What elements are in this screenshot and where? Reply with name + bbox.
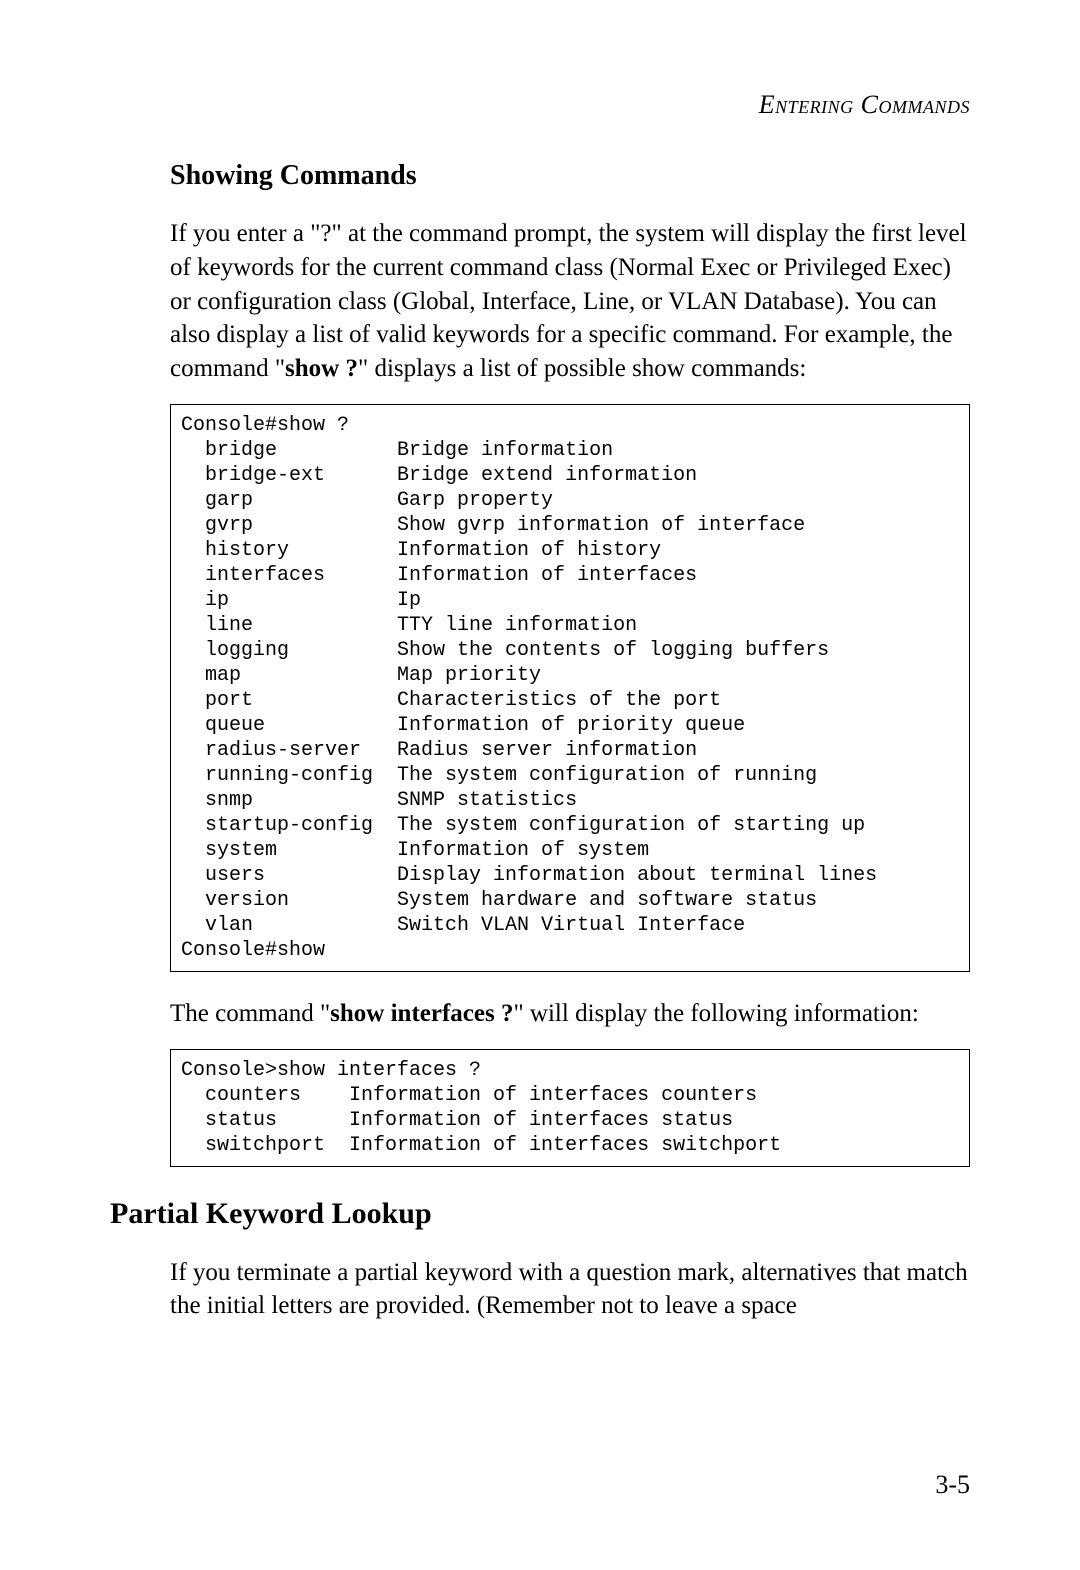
para-interfaces-after: " will display the following information… bbox=[513, 1000, 918, 1027]
para-intro: If you enter a "?" at the command prompt… bbox=[170, 217, 970, 386]
page: Entering Commands Showing Commands If yo… bbox=[0, 0, 1080, 1570]
heading-partial-keyword: Partial Keyword Lookup bbox=[110, 1197, 970, 1231]
inline-cmd-show: show ? bbox=[285, 355, 358, 382]
running-header: Entering Commands bbox=[110, 90, 970, 120]
para-intro-text-after: " displays a list of possible show comma… bbox=[358, 355, 806, 382]
para-interfaces-before: The command " bbox=[170, 1000, 330, 1027]
page-number: 3-5 bbox=[935, 1470, 970, 1500]
para-partial-keyword: If you terminate a partial keyword with … bbox=[170, 1256, 970, 1324]
inline-cmd-show-interfaces: show interfaces ? bbox=[330, 1000, 513, 1027]
para-interfaces: The command "show interfaces ?" will dis… bbox=[170, 997, 970, 1031]
code-block-show: Console#show ? bridge Bridge information… bbox=[170, 404, 970, 972]
heading-showing-commands: Showing Commands bbox=[170, 160, 970, 192]
code-block-interfaces: Console>show interfaces ? counters Infor… bbox=[170, 1049, 970, 1167]
